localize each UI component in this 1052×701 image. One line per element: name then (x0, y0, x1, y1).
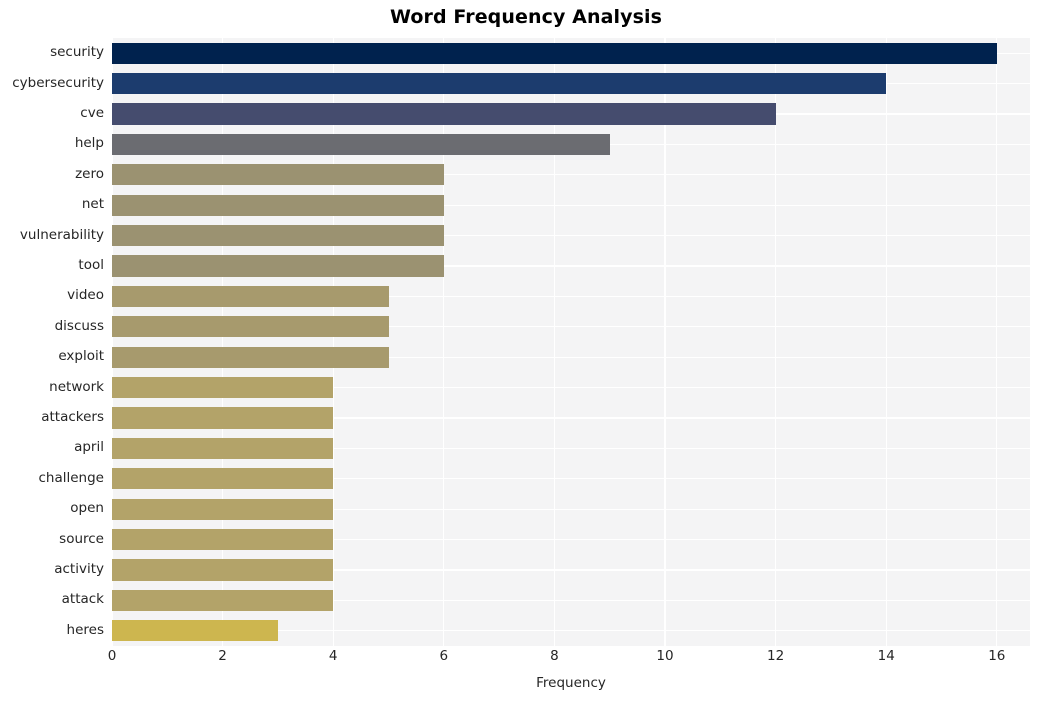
y-axis-tick-label: challenge (38, 469, 105, 486)
gridline-vertical (443, 38, 445, 646)
x-axis-tick-label: 10 (656, 648, 674, 664)
x-axis-tick-label: 6 (439, 648, 449, 664)
chart-title: Word Frequency Analysis (389, 6, 663, 28)
y-axis-tick-label: tool (78, 257, 104, 273)
x-axis-tick-label: 14 (877, 648, 895, 664)
bar (112, 103, 776, 125)
x-axis-tick-label: 0 (107, 648, 117, 664)
bar (112, 407, 334, 429)
bar (112, 42, 997, 64)
gridline-vertical (553, 38, 556, 646)
bar (112, 559, 334, 581)
gridline-vertical (112, 38, 113, 646)
bar (112, 528, 334, 551)
bar (112, 72, 887, 95)
x-axis-tick-label: 16 (988, 648, 1006, 664)
gridline-vertical (774, 38, 777, 646)
y-axis-tick-label: source (59, 530, 104, 547)
y-axis-tick-label: open (70, 500, 104, 517)
gridline-vertical (996, 38, 998, 646)
y-axis-tick-label: video (67, 287, 104, 304)
x-axis-tick-labels: 0 2 4 6 8 10 12 14 16 (0, 648, 1052, 674)
bar (112, 437, 334, 460)
y-axis-tick-label: cybersecurity (12, 74, 104, 91)
y-axis-tick-label: exploit (58, 348, 104, 365)
gridline-vertical (885, 38, 887, 646)
y-axis-tick-label: heres (66, 621, 104, 638)
bar (112, 346, 389, 368)
y-axis-tick-label: discuss (54, 317, 104, 334)
bar (112, 133, 610, 156)
x-axis-tick-label: 8 (550, 648, 559, 664)
y-axis-tick-label: attack (61, 591, 104, 608)
plot-area (112, 38, 1030, 646)
bar (112, 164, 444, 186)
bar (112, 194, 444, 216)
y-axis-tick-label: cve (80, 105, 104, 121)
bar (112, 498, 334, 520)
bar (112, 376, 334, 399)
chart-figure: Word Frequency Analysis security cybersec… (0, 0, 1052, 701)
bar (112, 589, 334, 612)
bar (112, 255, 444, 277)
y-axis-tick-label: attackers (41, 409, 104, 425)
y-axis-tick-label: net (81, 196, 104, 213)
x-axis-title: Frequency (536, 675, 606, 691)
y-axis-tick-label: security (50, 44, 104, 61)
bar (112, 285, 389, 308)
gridline-vertical (221, 38, 224, 646)
bar (112, 316, 389, 338)
y-axis-tick-label: network (49, 378, 104, 395)
gridline-vertical (332, 38, 334, 646)
y-axis-tick-label: activity (54, 561, 104, 577)
gridline-vertical (664, 38, 666, 646)
bar (112, 620, 278, 642)
y-axis-tick-label: zero (75, 165, 104, 182)
y-axis-tick-label: april (74, 439, 104, 456)
x-axis-tick-label: 4 (328, 648, 338, 664)
y-axis-tick-label: help (74, 135, 104, 152)
x-axis-tick-label: 2 (218, 648, 227, 664)
y-axis-tick-labels: security cybersecurity cve help zero net vulne… (0, 38, 104, 646)
bar (112, 224, 444, 247)
bar (112, 468, 334, 490)
x-axis-tick-label: 12 (767, 648, 785, 664)
y-axis-tick-label: vulnerability (19, 226, 104, 243)
